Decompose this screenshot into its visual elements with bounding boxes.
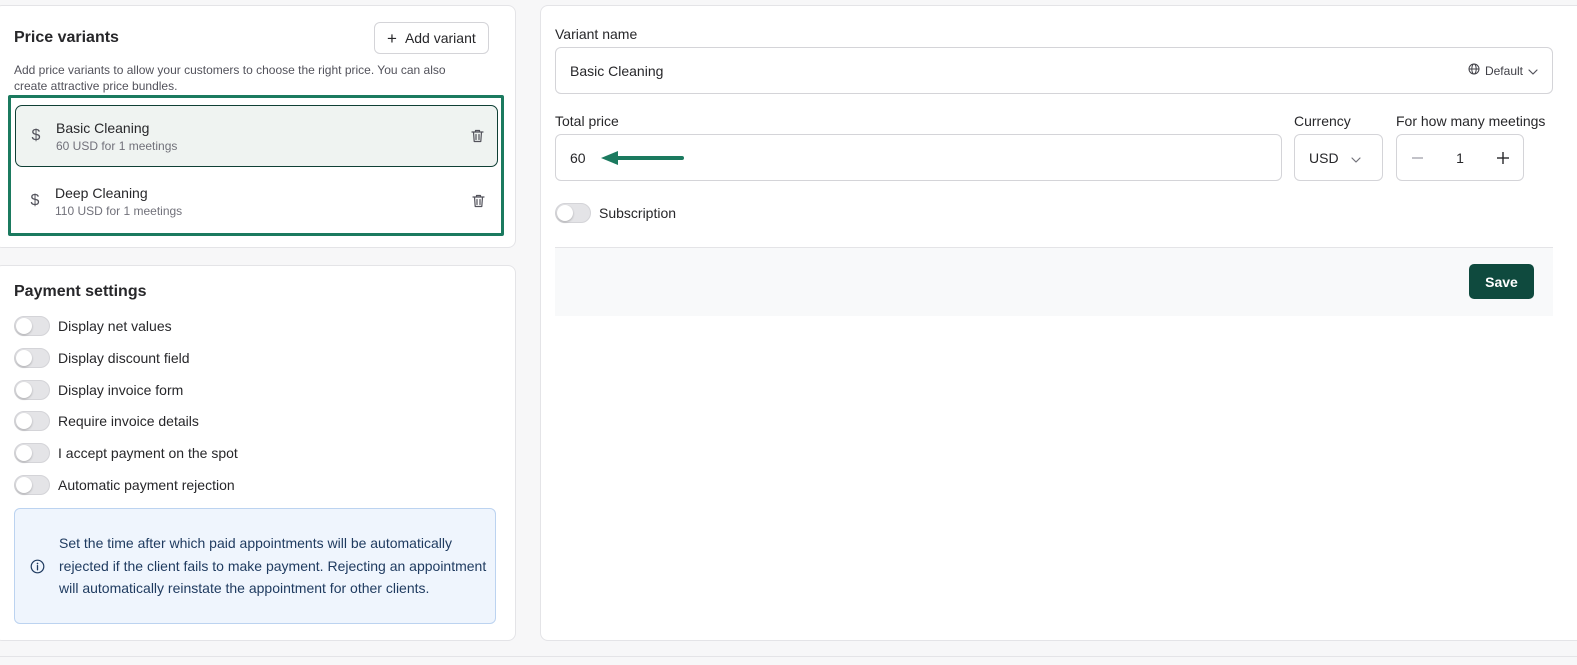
currency-select[interactable]: USD [1294,134,1383,181]
dollar-icon: $ [31,127,41,144]
currency-value: USD [1309,149,1339,166]
variant-name-value: Basic Cleaning [570,62,664,79]
subscription-toggle[interactable] [555,203,591,223]
total-price-label: Total price [555,113,619,129]
toggle-row-display-invoice-form: Display invoice form [14,380,183,400]
toggle-label: I accept payment on the spot [58,445,238,461]
toggle-label: Display discount field [58,350,190,366]
variant-summary: 60 USD for 1 meetings [56,138,178,153]
variant-form-card [540,5,1577,641]
globe-icon [1468,63,1480,78]
subscription-label: Subscription [599,205,677,221]
meetings-stepper[interactable]: 1 [1396,134,1524,181]
add-variant-button[interactable]: + Add variant [374,22,489,54]
description-line-1: Add price variants to allow your custome… [14,63,446,77]
automatic-payment-rejection-toggle[interactable] [14,475,50,495]
variant-name-label: Variant name [555,26,638,42]
total-price-value: 60 [570,149,586,166]
currency-label: Currency [1294,113,1351,129]
add-variant-label: Add variant [404,30,476,46]
chevron-down-icon [1528,64,1538,78]
variant-name-input[interactable]: Basic Cleaning Default [555,47,1553,94]
subscription-row: Subscription [555,203,676,223]
toggle-label: Automatic payment rejection [58,477,235,493]
toggle-row-display-net-values: Display net values [14,316,172,336]
display-net-values-toggle[interactable] [14,316,50,336]
accept-payment-on-spot-toggle[interactable] [14,443,50,463]
save-button[interactable]: Save [1469,264,1534,299]
require-invoice-details-toggle[interactable] [14,411,50,431]
info-icon [15,559,59,574]
variant-summary: 110 USD for 1 meetings [55,203,183,218]
trash-icon[interactable] [458,194,498,208]
variant-name: Basic Cleaning [56,119,150,136]
dollar-icon: $ [30,192,40,209]
increment-button[interactable] [1483,135,1523,180]
plus-icon: + [387,28,397,48]
locale-select[interactable]: Default [1468,63,1538,78]
trash-icon[interactable] [457,129,497,143]
page-bottom-divider [0,656,1577,657]
price-variants-title: Price variants [14,29,119,46]
meetings-value: 1 [1456,149,1464,166]
variant-name: Deep Cleaning [55,184,148,201]
payment-rejection-info-box: Set the time after which paid appointmen… [14,508,496,624]
variant-item-deep-cleaning[interactable]: $ Deep Cleaning 110 USD for 1 meetings [15,170,498,232]
form-footer [555,247,1553,316]
chevron-down-icon [1350,150,1361,166]
locale-value: Default [1484,63,1523,78]
variant-item-basic-cleaning[interactable]: $ Basic Cleaning 60 USD for 1 meetings [15,105,498,167]
meetings-label: For how many meetings [1396,113,1546,129]
description-line-2: create attractive price bundles. [14,79,178,93]
info-text: Set the time after which paid appointmen… [59,535,487,597]
decrement-button[interactable] [1397,135,1437,180]
toggle-row-require-invoice-details: Require invoice details [14,411,199,431]
display-invoice-form-toggle[interactable] [14,380,50,400]
toggle-row-display-discount-field: Display discount field [14,348,190,368]
toggle-label: Display net values [58,318,172,334]
toggle-row-automatic-payment-rejection: Automatic payment rejection [14,475,235,495]
toggle-row-accept-payment-on-spot: I accept payment on the spot [14,443,238,463]
price-variants-description: Add price variants to allow your custome… [14,62,446,94]
toggle-label: Require invoice details [58,413,199,429]
payment-settings-title: Payment settings [14,283,147,300]
arrow-left-icon [601,151,684,165]
toggle-label: Display invoice form [58,382,184,398]
display-discount-field-toggle[interactable] [14,348,50,368]
